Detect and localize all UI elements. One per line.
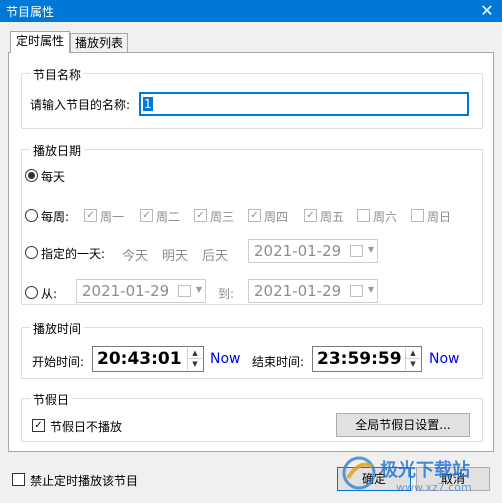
specific-date-picker[interactable]: 2021-01-29 ▼ [248, 239, 378, 263]
weekday-label-tue: 周二 [156, 210, 181, 224]
to-date-picker[interactable]: 2021-01-29 ▼ [248, 279, 378, 303]
chevron-down-icon[interactable]: ▼ [196, 285, 202, 294]
end-time-value: 23:59:59 [317, 349, 402, 369]
specific-date-value: 2021-01-29 [254, 242, 342, 260]
weekday-checkbox-mon[interactable]: ✓ [84, 209, 97, 222]
chevron-down-icon[interactable]: ▼ [368, 285, 374, 294]
start-time-value: 20:43:01 [97, 349, 182, 369]
daily-label: 每天 [41, 170, 66, 184]
to-date-value: 2021-01-29 [254, 282, 342, 300]
weekday-checkbox-sun[interactable] [411, 209, 424, 222]
spin-up-icon[interactable]: ▲ [188, 348, 202, 359]
name-group: 节目名称 请输入节目的名称: 1 [21, 66, 483, 129]
start-now-link[interactable]: Now [210, 351, 241, 367]
watermark-text: 极光下载站 [380, 460, 470, 481]
weekly-radio[interactable] [25, 209, 38, 222]
specific-day-label: 指定的一天: [41, 247, 106, 261]
tab-panel: 节目名称 请输入节目的名称: 1 播放日期 每天 每周: ✓ 周一 ✓ 周二 ✓… [8, 52, 494, 452]
watermark: 极光下载站 www.xz7.com [340, 452, 500, 500]
chevron-down-icon[interactable]: ▼ [368, 245, 374, 254]
calendar-icon [178, 285, 191, 297]
time-group: 播放时间 开始时间: 20:43:01 ▲ ▼ Now 结束时间: 23:59:… [21, 320, 483, 379]
end-now-link[interactable]: Now [429, 351, 460, 367]
weekday-label-sat: 周六 [373, 210, 398, 224]
spin-down-icon[interactable]: ▼ [188, 359, 202, 370]
range-radio[interactable] [25, 286, 38, 299]
time-group-title: 播放时间 [30, 320, 85, 337]
program-name-value: 1 [143, 97, 153, 111]
spin-up-icon[interactable]: ▲ [406, 348, 420, 359]
close-icon[interactable]: ✕ [472, 0, 502, 22]
start-time-spinner[interactable]: ▲ ▼ [187, 348, 202, 370]
holiday-no-play-checkbox[interactable]: ✓ [32, 419, 45, 432]
holiday-group-title: 节假日 [30, 391, 73, 408]
weekday-checkbox-sat[interactable] [357, 209, 370, 222]
weekday-checkbox-thu[interactable]: ✓ [248, 209, 261, 222]
weekday-label-wed: 周三 [210, 210, 235, 224]
holiday-no-play-label: 节假日不播放 [50, 420, 123, 434]
weekday-label-thu: 周四 [264, 210, 289, 224]
from-date-picker[interactable]: 2021-01-29 ▼ [76, 279, 206, 303]
end-time-spinner[interactable]: ▲ ▼ [405, 348, 420, 370]
name-label: 请输入节目的名称: [30, 98, 131, 112]
date-group-title: 播放日期 [30, 142, 85, 159]
disable-schedule-checkbox[interactable] [12, 473, 25, 486]
date-group: 播放日期 每天 每周: ✓ 周一 ✓ 周二 ✓ 周三 ✓ 周四 ✓ 周五 周六 … [21, 142, 483, 305]
end-time-input[interactable]: 23:59:59 ▲ ▼ [312, 346, 422, 372]
from-label: 从: [41, 287, 58, 301]
from-date-value: 2021-01-29 [82, 282, 170, 300]
daily-radio[interactable] [25, 169, 38, 182]
weekly-label: 每周: [41, 210, 70, 224]
start-time-input[interactable]: 20:43:01 ▲ ▼ [92, 346, 204, 372]
name-group-title: 节目名称 [30, 66, 85, 83]
weekday-label-fri: 周五 [320, 210, 345, 224]
tab-timing[interactable]: 定时属性 [10, 31, 70, 53]
day-after-link[interactable]: 后天 [202, 245, 228, 264]
watermark-url: www.xz7.com [396, 481, 472, 494]
weekday-checkbox-tue[interactable]: ✓ [140, 209, 153, 222]
window-title: 节目属性 [6, 5, 55, 19]
title-bar: 节目属性 ✕ [0, 0, 502, 22]
weekday-checkbox-wed[interactable]: ✓ [194, 209, 207, 222]
disable-schedule-label: 禁止定时播放该节目 [30, 474, 139, 488]
to-label: 到: [218, 287, 235, 301]
program-name-input[interactable]: 1 [139, 92, 469, 116]
today-link[interactable]: 今天 [122, 245, 148, 264]
end-time-label: 结束时间: [252, 355, 305, 369]
tab-playlist[interactable]: 播放列表 [70, 33, 128, 53]
holiday-group: 节假日 ✓ 节假日不播放 全局节假日设置... [21, 391, 483, 442]
calendar-icon [350, 285, 363, 297]
global-holiday-settings-button[interactable]: 全局节假日设置... [336, 413, 470, 437]
specific-day-radio[interactable] [25, 246, 38, 259]
spin-down-icon[interactable]: ▼ [406, 359, 420, 370]
calendar-icon [350, 245, 363, 257]
tomorrow-link[interactable]: 明天 [162, 245, 188, 264]
watermark-logo-icon [342, 456, 376, 490]
weekday-label-sun: 周日 [427, 210, 452, 224]
weekday-label-mon: 周一 [100, 210, 125, 224]
start-time-label: 开始时间: [32, 355, 85, 369]
weekday-checkbox-fri[interactable]: ✓ [304, 209, 317, 222]
